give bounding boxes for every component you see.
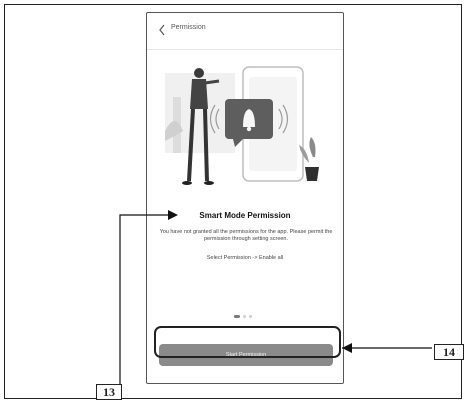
header-divider	[147, 49, 343, 50]
permission-description: You have not granted all the permissions…	[159, 229, 333, 242]
callout-label-13: 13	[96, 384, 122, 400]
callout-highlight-box	[154, 326, 341, 358]
permission-heading: Smart Mode Permission	[199, 211, 291, 220]
page-indicator	[234, 313, 252, 319]
page-dot-active	[234, 314, 240, 318]
notification-illustration	[165, 66, 319, 185]
page-dot	[249, 314, 252, 318]
page-title: Permission	[171, 24, 206, 31]
permission-instruction: Select Permission -> Enable all	[206, 255, 284, 261]
top-bar: Permission	[147, 13, 343, 49]
page-dot	[243, 314, 246, 318]
callout-label-14: 14	[434, 344, 464, 360]
back-arrow-icon[interactable]	[157, 23, 167, 37]
